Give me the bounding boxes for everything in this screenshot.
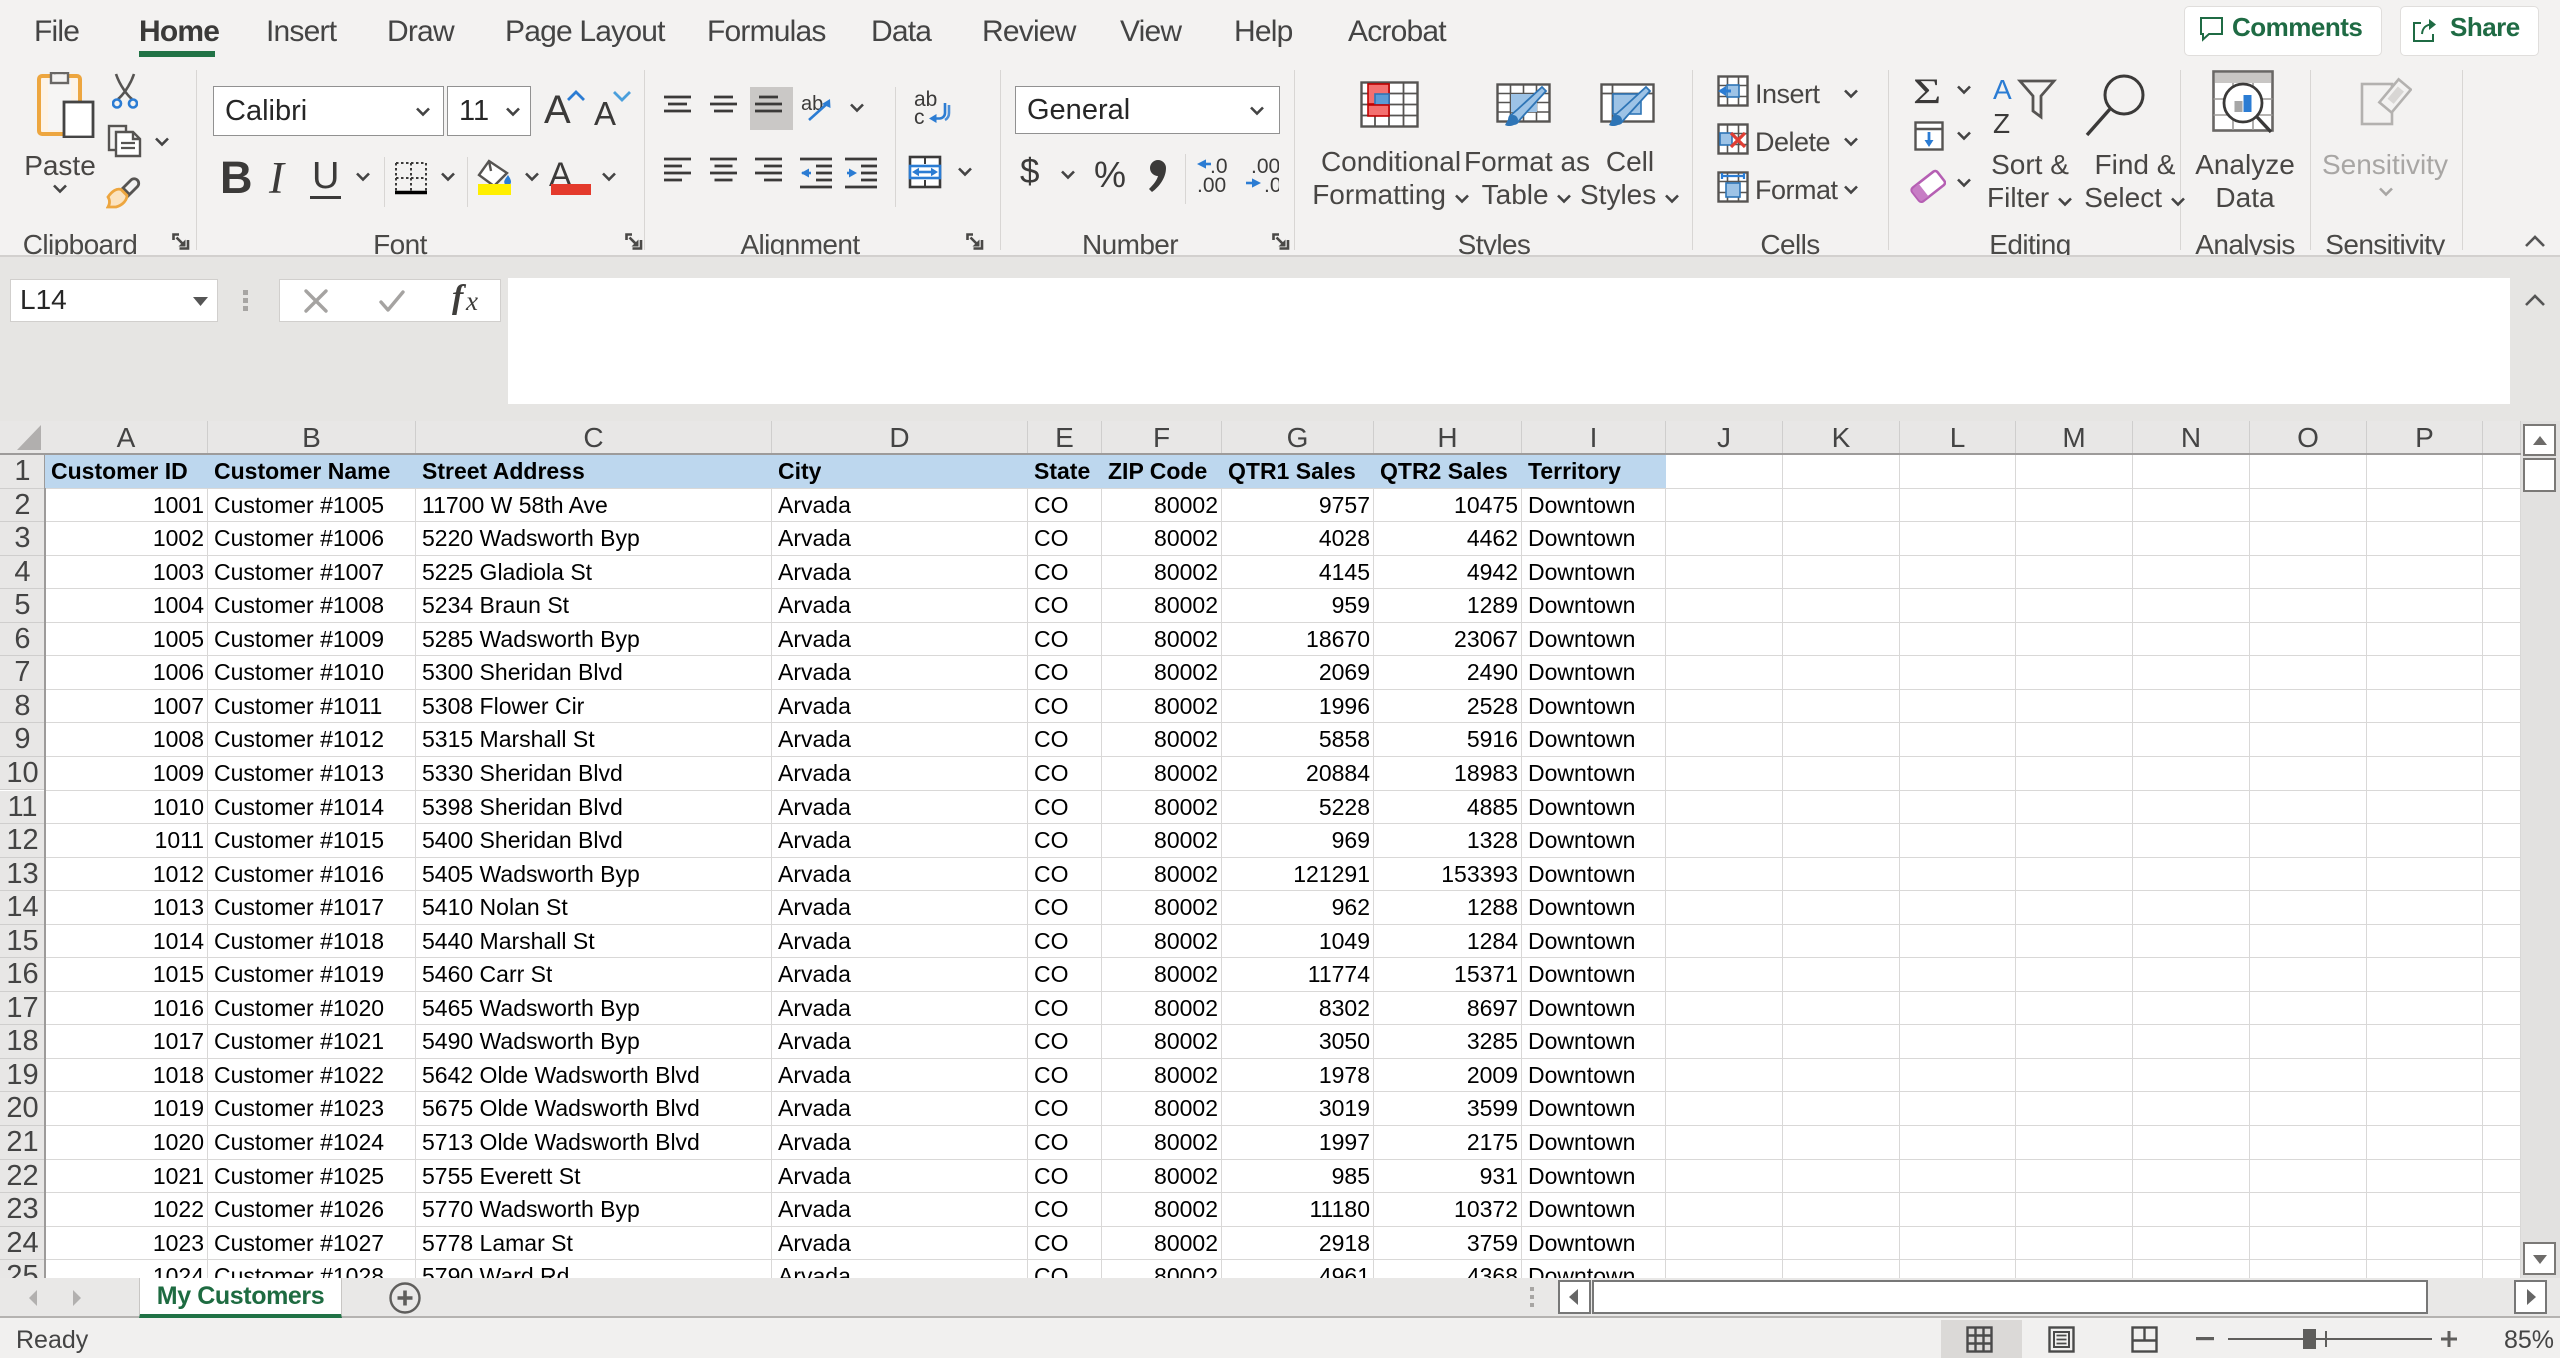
svg-text:Z: Z [1993, 108, 2010, 139]
svg-text:c: c [914, 106, 925, 127]
svg-text:.0: .0 [1264, 174, 1279, 194]
svg-text:.00: .00 [1197, 174, 1226, 194]
svg-text:A: A [1993, 75, 2012, 105]
